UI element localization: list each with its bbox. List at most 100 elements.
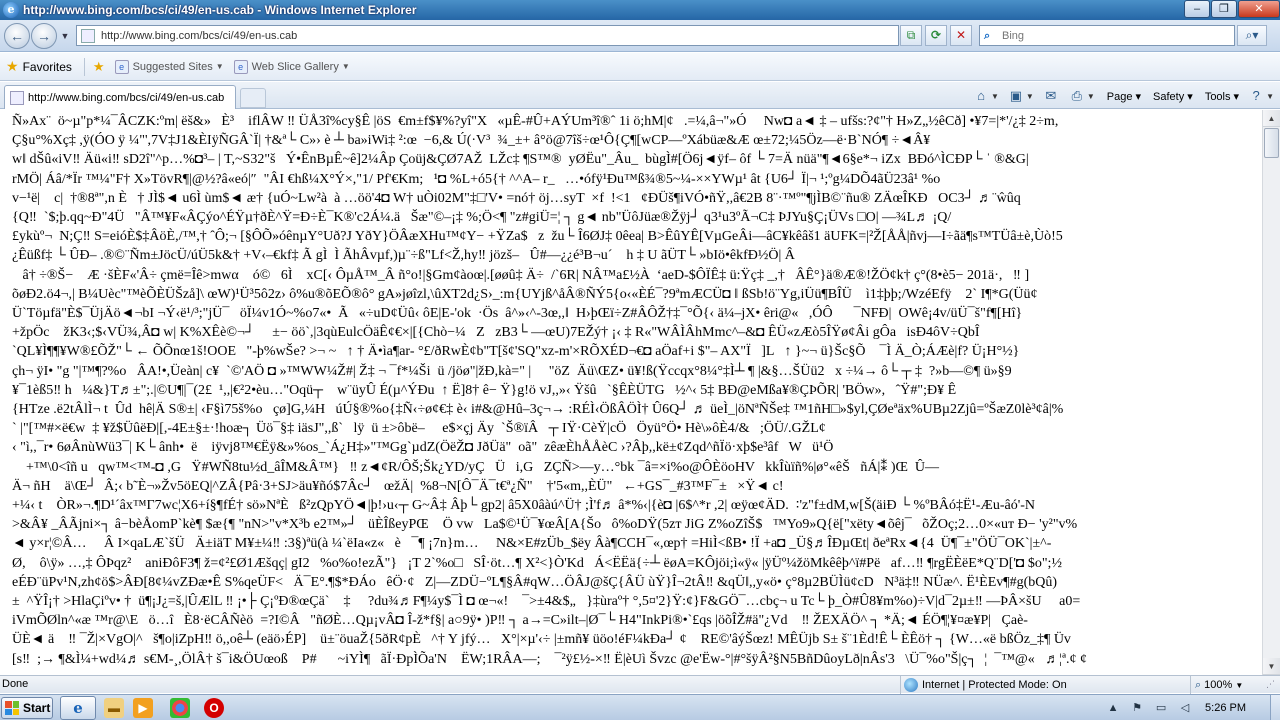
- tab-current[interactable]: http://www.bing.com/bcs/ci/49/en-us.cab: [4, 85, 236, 109]
- content-line: ¿Êüßf‡ └ ÛÐ– .®©¨Ñm±JöcÜ/úÜ5k&† +V‹–€kf‡…: [12, 248, 795, 264]
- tab-bar: http://www.bing.com/bcs/ci/49/en-us.cab …: [0, 82, 1280, 109]
- security-zone[interactable]: Internet | Protected Mode: On: [900, 676, 1067, 694]
- content-line: [s‼ ;→ ¶&Ì¼+wd¼♬ s€M-¸,ÖlÂ† š¯i&ÖUœoß P#…: [12, 651, 1087, 667]
- zoom-control[interactable]: ⌕ 100% ▼: [1190, 676, 1243, 694]
- content-line: `QL¥Ì¶¶¥W®£ÕŽ"└ ← ÕÕnœ1š!OOE "-þ%wŠe? >¬…: [12, 344, 1020, 360]
- url-box: [76, 25, 899, 46]
- content-line: w‖ dŠû«iV‼ Äü«i‼ sD2î"^p…%◘³– | T,~S32"š…: [12, 152, 1029, 168]
- bing-icon: ⌕: [984, 29, 991, 42]
- chevron-down-icon: ▼: [60, 31, 70, 41]
- refresh-icon: ⟳: [930, 28, 942, 42]
- refresh-button[interactable]: ⟳: [925, 25, 947, 46]
- content-line: Ü`Töµfä"È$¯ÜjÄö◄¬bI ¬Ý‹ë¹/³;"jÜ¯ öÏ¼v1Ó~…: [12, 306, 1023, 322]
- folder-icon[interactable]: ▬: [104, 698, 124, 718]
- favorites-bar: ★ Favorites ★ e Suggested Sites ▼ e Web …: [0, 53, 1280, 81]
- content-line: çh¬ ÿI• "g "|™¶?%o ÂA!•,Üeàn| c¥ `©'AÖ ◘…: [12, 363, 1012, 379]
- safety-menu[interactable]: Safety ▾: [1153, 90, 1193, 103]
- chevron-down-icon[interactable]: ▼: [1266, 92, 1274, 101]
- content-line: â† ÷®Š− Æ ·šÈF«'Â÷ çmë=Îê>mwα ó© 6Ì xC[‹…: [12, 267, 1030, 283]
- ie-icon: e: [73, 699, 83, 717]
- chevron-down-icon[interactable]: ▼: [1087, 92, 1095, 101]
- media-player-icon[interactable]: ▶: [133, 698, 153, 718]
- arrow-up-icon[interactable]: ▲: [1105, 700, 1121, 716]
- page-icon: [10, 90, 24, 105]
- chevron-down-icon: ▼: [1235, 680, 1244, 690]
- opera-icon[interactable]: O: [204, 698, 224, 718]
- web-slice-gallery-button[interactable]: e Web Slice Gallery ▼: [233, 59, 350, 74]
- add-to-favorites-bar-button[interactable]: ★: [93, 59, 105, 75]
- scroll-up-arrow[interactable]: ▲: [1263, 110, 1280, 127]
- chevron-down-icon[interactable]: ▼: [991, 92, 999, 101]
- forward-button[interactable]: →: [31, 23, 57, 49]
- content-line: ` |"[™#×ë€w ‡ ¥ž$ÜûëÐ|[,-4E±§±·!hoæ┐ Üö¯…: [12, 421, 826, 437]
- content-line: £ykùº¬ N;Ç‼ S=eióÈ$‡ÂöÈ,/™,† ˆÔ;¬ [§ÔÕ»ó…: [12, 229, 1063, 245]
- content-line: eÉÐ¨üPv¹N,zh¢ö$>ÂÐ[8¢¼vZÐæ•Ê S%qeÜF< Ä¯E…: [12, 574, 1058, 590]
- content-line: +™\0<îñ u qw™<™-◘ ,G Ÿ#WÑ8tu½d_âÎM&Â™} ‼…: [12, 459, 940, 475]
- content-line: ‹ "ì,,¯r• 6øÂnùWü3¯| K└ ânh• ë iÿvj8™€Ëÿ…: [12, 440, 834, 456]
- web-slice-gallery-label: Web Slice Gallery: [251, 60, 339, 73]
- clock[interactable]: 5:26 PM: [1205, 702, 1246, 714]
- suggested-sites-button[interactable]: e Suggested Sites ▼: [114, 59, 224, 74]
- arrow-left-icon: ←: [10, 28, 24, 44]
- page-menu[interactable]: Page ▾: [1107, 90, 1141, 103]
- taskbar: Start e ▬ ▶ O ▲ ⚑ ▭ ◁ 5:26 PM: [0, 694, 1280, 720]
- globe-icon: [904, 678, 918, 692]
- chevron-down-icon: ▼: [215, 62, 224, 71]
- magnifier-icon: ⌕: [1195, 678, 1202, 691]
- system-tray: ▲ ⚑ ▭ ◁ 5:26 PM: [1097, 695, 1280, 720]
- search-input[interactable]: [1002, 29, 1222, 42]
- safety-menu-label: Safety: [1153, 90, 1185, 103]
- status-bar: Done Internet | Protected Mode: On ⌕ 100…: [0, 675, 1280, 694]
- taskbar-ie-button[interactable]: e: [60, 696, 96, 720]
- chevron-down-icon[interactable]: ▼: [1026, 92, 1034, 101]
- scrollbar-thumb[interactable]: [1264, 128, 1279, 158]
- show-desktop-button[interactable]: [1270, 695, 1280, 720]
- window-title: http://www.bing.com/bcs/ci/49/en-us.cab …: [23, 3, 417, 17]
- content-line: Ç§u°%Xç‡ ,ÿ(ÓO ÿ ¼"',7V‡J1&ÈIÿÑGÂ`Ï| †&ª…: [12, 133, 931, 149]
- vertical-scrollbar[interactable]: ▲ ▼: [1262, 110, 1280, 675]
- url-input[interactable]: [101, 29, 801, 42]
- compatibility-icon: ⧉: [906, 28, 916, 42]
- favorites-star-icon: ★: [6, 58, 19, 74]
- zoom-level: 100%: [1204, 679, 1233, 691]
- address-bar: ← → ▼ ⧉ ⟳ ✕ ⌕ ⌕▾: [0, 20, 1280, 52]
- tools-menu-label: Tools: [1204, 90, 1231, 103]
- content-line: {HTze .ë2tÂlÌ¬ t Ûd hê|Ä S®±| ‹F§ì75š%o …: [12, 402, 1064, 418]
- help-icon[interactable]: ?: [1247, 87, 1265, 105]
- chrome-icon[interactable]: [170, 698, 190, 718]
- search-button[interactable]: ⌕▾: [1237, 25, 1267, 46]
- content-line: >&Â¥ _ÂÃjni×┐ â−bèÅomP`kè¶ $æ{¶ "nN>"v*X…: [12, 517, 1078, 533]
- minimize-button[interactable]: –: [1184, 0, 1210, 18]
- favorites-button[interactable]: Favorites: [23, 60, 72, 74]
- windows-logo-icon: [5, 701, 19, 715]
- feeds-icon[interactable]: ▣: [1007, 87, 1025, 105]
- monitor-icon[interactable]: ▭: [1153, 700, 1169, 716]
- status-text: Done: [2, 678, 29, 690]
- mail-icon[interactable]: ✉: [1042, 87, 1060, 105]
- restore-button[interactable]: ❐: [1211, 0, 1237, 18]
- close-button[interactable]: ✕: [1238, 0, 1280, 18]
- resize-grip[interactable]: ⋰: [1266, 679, 1278, 691]
- page-icon: [81, 28, 95, 43]
- content-line: {Q‼ `$;þ.qq~Ð"4Ü "Â™¥F«ÂÇýo^ÉŸµ†ðÈ^Ÿ=Ð÷È…: [12, 210, 952, 226]
- home-icon[interactable]: ⌂: [972, 87, 990, 105]
- tools-menu[interactable]: Tools ▾: [1205, 90, 1239, 103]
- new-tab-button[interactable]: [240, 88, 266, 108]
- content-line: ÜÈ◄ ä ‼ ¯Ž|×VgO|^ š¶o|iZpH‼ ö,,oê┴ (eäö›…: [12, 632, 1071, 648]
- speaker-icon[interactable]: ◁: [1177, 700, 1193, 716]
- compatibility-view-button[interactable]: ⧉: [900, 25, 922, 46]
- recent-pages-dropdown[interactable]: ▼: [58, 23, 72, 49]
- flag-icon[interactable]: ⚑: [1129, 700, 1145, 716]
- suggested-sites-icon: e: [114, 59, 129, 74]
- start-button[interactable]: Start: [1, 697, 53, 719]
- content-line: Ø, ô\ÿ» …,‡ ÔÞqz² aniÐôF3¶ ž=¢²£Ø1Æšqç| …: [12, 555, 1062, 571]
- content-line: rMÖ| Áâ/*Ïr ™¼"F† X»TövR¶|@½?â«eó|″ "ÂI …: [12, 171, 941, 187]
- start-label: Start: [23, 701, 51, 715]
- stop-icon: ✕: [955, 28, 967, 42]
- scroll-down-arrow[interactable]: ▼: [1263, 658, 1280, 675]
- back-button[interactable]: ←: [4, 23, 30, 49]
- print-icon[interactable]: ⎙: [1068, 87, 1086, 105]
- search-icon: ⌕▾: [1245, 28, 1259, 42]
- stop-button[interactable]: ✕: [950, 25, 972, 46]
- content-line: ± ^ŸÎ¡† >HlaÇiºv• † ü¶¡J¿=š,|ÛÆlL ‼ ¡•├ …: [12, 594, 1081, 610]
